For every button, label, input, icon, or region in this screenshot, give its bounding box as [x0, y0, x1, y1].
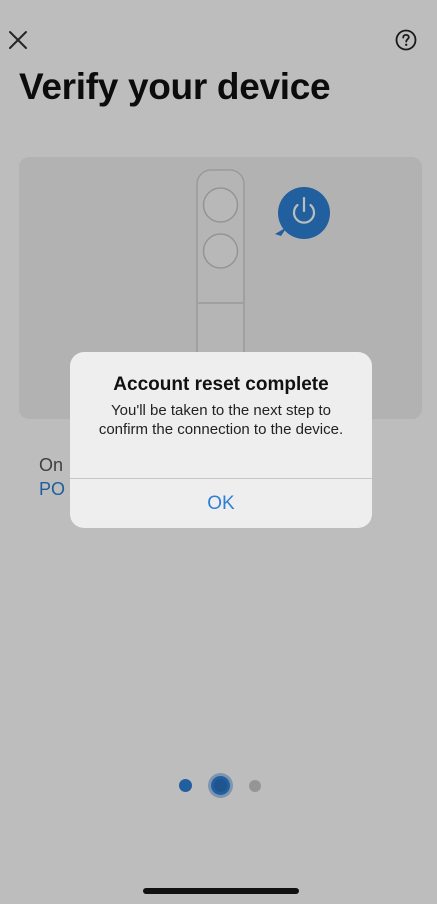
alert-title: Account reset complete — [113, 374, 329, 395]
ok-button[interactable]: OK — [70, 479, 372, 528]
alert-dialog: Account reset complete You'll be taken t… — [70, 352, 372, 528]
home-indicator — [143, 888, 299, 894]
alert-message: You'll be taken to the next step to conf… — [98, 402, 344, 438]
screen: Verify your device On PO Account reset c… — [0, 0, 437, 904]
